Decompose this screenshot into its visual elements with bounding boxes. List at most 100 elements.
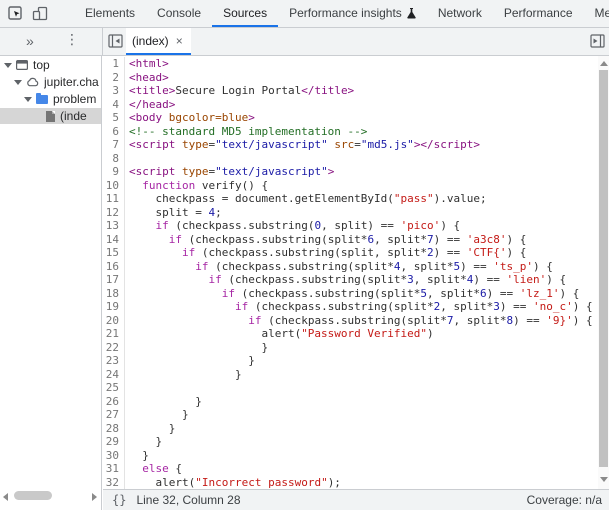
hide-navigator-button[interactable]: [108, 34, 123, 48]
line-number[interactable]: 24: [103, 368, 119, 382]
code-line: <html>: [129, 57, 598, 71]
scrollbar-thumb[interactable]: [599, 70, 608, 467]
cloud-icon: [26, 77, 39, 87]
scroll-right-icon[interactable]: [92, 493, 97, 501]
line-number[interactable]: 2: [103, 71, 119, 85]
close-icon[interactable]: ×: [176, 34, 183, 48]
devtools-window: Elements Console Sources Performance ins…: [0, 0, 609, 510]
code-line: if (checkpass.substring(split*6, split*7…: [129, 233, 598, 247]
tab-memory[interactable]: Memory: [584, 0, 609, 27]
navigator-pane: top jupiter.cha problem (inde: [0, 56, 102, 510]
code-line: <body bgcolor=blue>: [129, 111, 598, 125]
line-number[interactable]: 20: [103, 314, 119, 328]
line-number[interactable]: 13: [103, 219, 119, 233]
line-number[interactable]: 4: [103, 98, 119, 112]
flask-icon: [407, 7, 416, 19]
code-line: checkpass = document.getElementById("pas…: [129, 192, 598, 206]
tree-item-top[interactable]: top: [0, 57, 101, 73]
tree-item-label: jupiter.cha: [44, 75, 99, 89]
code-line: <head>: [129, 71, 598, 85]
disclosure-triangle-icon[interactable]: [24, 97, 32, 102]
line-number[interactable]: 14: [103, 233, 119, 247]
code-line: alert("Incorrect password");: [129, 476, 598, 490]
line-number[interactable]: 19: [103, 300, 119, 314]
show-drawer-button[interactable]: [590, 34, 605, 48]
tree-item-label: top: [33, 58, 50, 72]
line-number[interactable]: 15: [103, 246, 119, 260]
line-number[interactable]: 6: [103, 125, 119, 139]
line-number[interactable]: 18: [103, 287, 119, 301]
line-number[interactable]: 26: [103, 395, 119, 409]
disclosure-triangle-icon[interactable]: [4, 63, 12, 68]
line-number[interactable]: 21: [103, 327, 119, 341]
tree-item-index-file[interactable]: (inde: [0, 108, 101, 124]
code-line: if (checkpass.substring(split*5, split*6…: [129, 287, 598, 301]
pretty-print-button[interactable]: {}: [112, 493, 126, 507]
code-line: if (checkpass.substring(0, split) == 'pi…: [129, 219, 598, 233]
sources-subheader: » ⋮ (index) ×: [0, 28, 609, 56]
code-line: }: [129, 395, 598, 409]
folder-icon: [36, 95, 48, 104]
scroll-left-icon[interactable]: [3, 493, 8, 501]
pane-divider: [102, 28, 103, 55]
line-number-gutter[interactable]: 1234567891011121314151617181920212223242…: [103, 57, 125, 489]
line-number[interactable]: 11: [103, 192, 119, 206]
code-line: <!-- standard MD5 implementation -->: [129, 125, 598, 139]
code-line: if (checkpass.substring(split, split*2) …: [129, 246, 598, 260]
file-icon: [46, 111, 55, 122]
line-number[interactable]: 32: [103, 476, 119, 490]
line-number[interactable]: 27: [103, 408, 119, 422]
inspect-element-icon[interactable]: [8, 6, 23, 22]
line-number[interactable]: 1: [103, 57, 119, 71]
panel-tab-bar: Elements Console Sources Performance ins…: [74, 0, 609, 27]
line-number[interactable]: 7: [103, 138, 119, 152]
scroll-up-icon[interactable]: [600, 61, 608, 66]
code-line: </head>: [129, 98, 598, 112]
code-line: }: [129, 408, 598, 422]
line-number[interactable]: 22: [103, 341, 119, 355]
tree-item-folder[interactable]: problem: [0, 91, 101, 107]
line-number[interactable]: 9: [103, 165, 119, 179]
frame-icon: [16, 60, 28, 70]
line-number[interactable]: 10: [103, 179, 119, 193]
line-number[interactable]: 31: [103, 462, 119, 476]
status-bar: {} Line 32, Column 28 Coverage: n/a: [103, 489, 609, 510]
tree-item-domain[interactable]: jupiter.cha: [0, 74, 101, 90]
tab-console[interactable]: Console: [146, 0, 212, 27]
scrollbar-thumb[interactable]: [14, 491, 52, 500]
line-number[interactable]: 8: [103, 152, 119, 166]
line-number[interactable]: 28: [103, 422, 119, 436]
line-number[interactable]: 23: [103, 354, 119, 368]
tree-item-label: (inde: [60, 109, 87, 123]
device-toolbar-icon[interactable]: [32, 6, 48, 22]
line-number[interactable]: 29: [103, 435, 119, 449]
tab-performance[interactable]: Performance: [493, 0, 584, 27]
disclosure-triangle-icon[interactable]: [14, 80, 22, 85]
navigator-horizontal-scrollbar[interactable]: [0, 490, 100, 501]
code-line: <title>Secure Login Portal</title>: [129, 84, 598, 98]
cursor-position-status: Line 32, Column 28: [136, 493, 240, 507]
file-tab-label: (index): [132, 34, 169, 48]
line-number[interactable]: 3: [103, 84, 119, 98]
line-number[interactable]: 30: [103, 449, 119, 463]
file-tab-index[interactable]: (index) ×: [126, 28, 191, 55]
code-line: }: [129, 354, 598, 368]
tab-sources[interactable]: Sources: [212, 0, 278, 27]
line-number[interactable]: 25: [103, 381, 119, 395]
tab-elements[interactable]: Elements: [74, 0, 146, 27]
code-line: if (checkpass.substring(split*4, split*5…: [129, 260, 598, 274]
line-number[interactable]: 17: [103, 273, 119, 287]
more-tabs-button[interactable]: »: [26, 33, 34, 49]
editor-vertical-scrollbar[interactable]: [598, 56, 609, 489]
tab-performance-insights[interactable]: Performance insights: [278, 0, 427, 27]
line-number[interactable]: 5: [103, 111, 119, 125]
line-number[interactable]: 16: [103, 260, 119, 274]
scroll-down-icon[interactable]: [600, 477, 608, 482]
devtools-toolbar: Elements Console Sources Performance ins…: [0, 0, 609, 28]
line-number[interactable]: 12: [103, 206, 119, 220]
code-line: }: [129, 435, 598, 449]
code-line: if (checkpass.substring(split*3, split*4…: [129, 273, 598, 287]
kebab-menu-button[interactable]: ⋮: [65, 32, 79, 48]
tab-network[interactable]: Network: [427, 0, 493, 27]
coverage-status: Coverage: n/a: [527, 493, 602, 507]
